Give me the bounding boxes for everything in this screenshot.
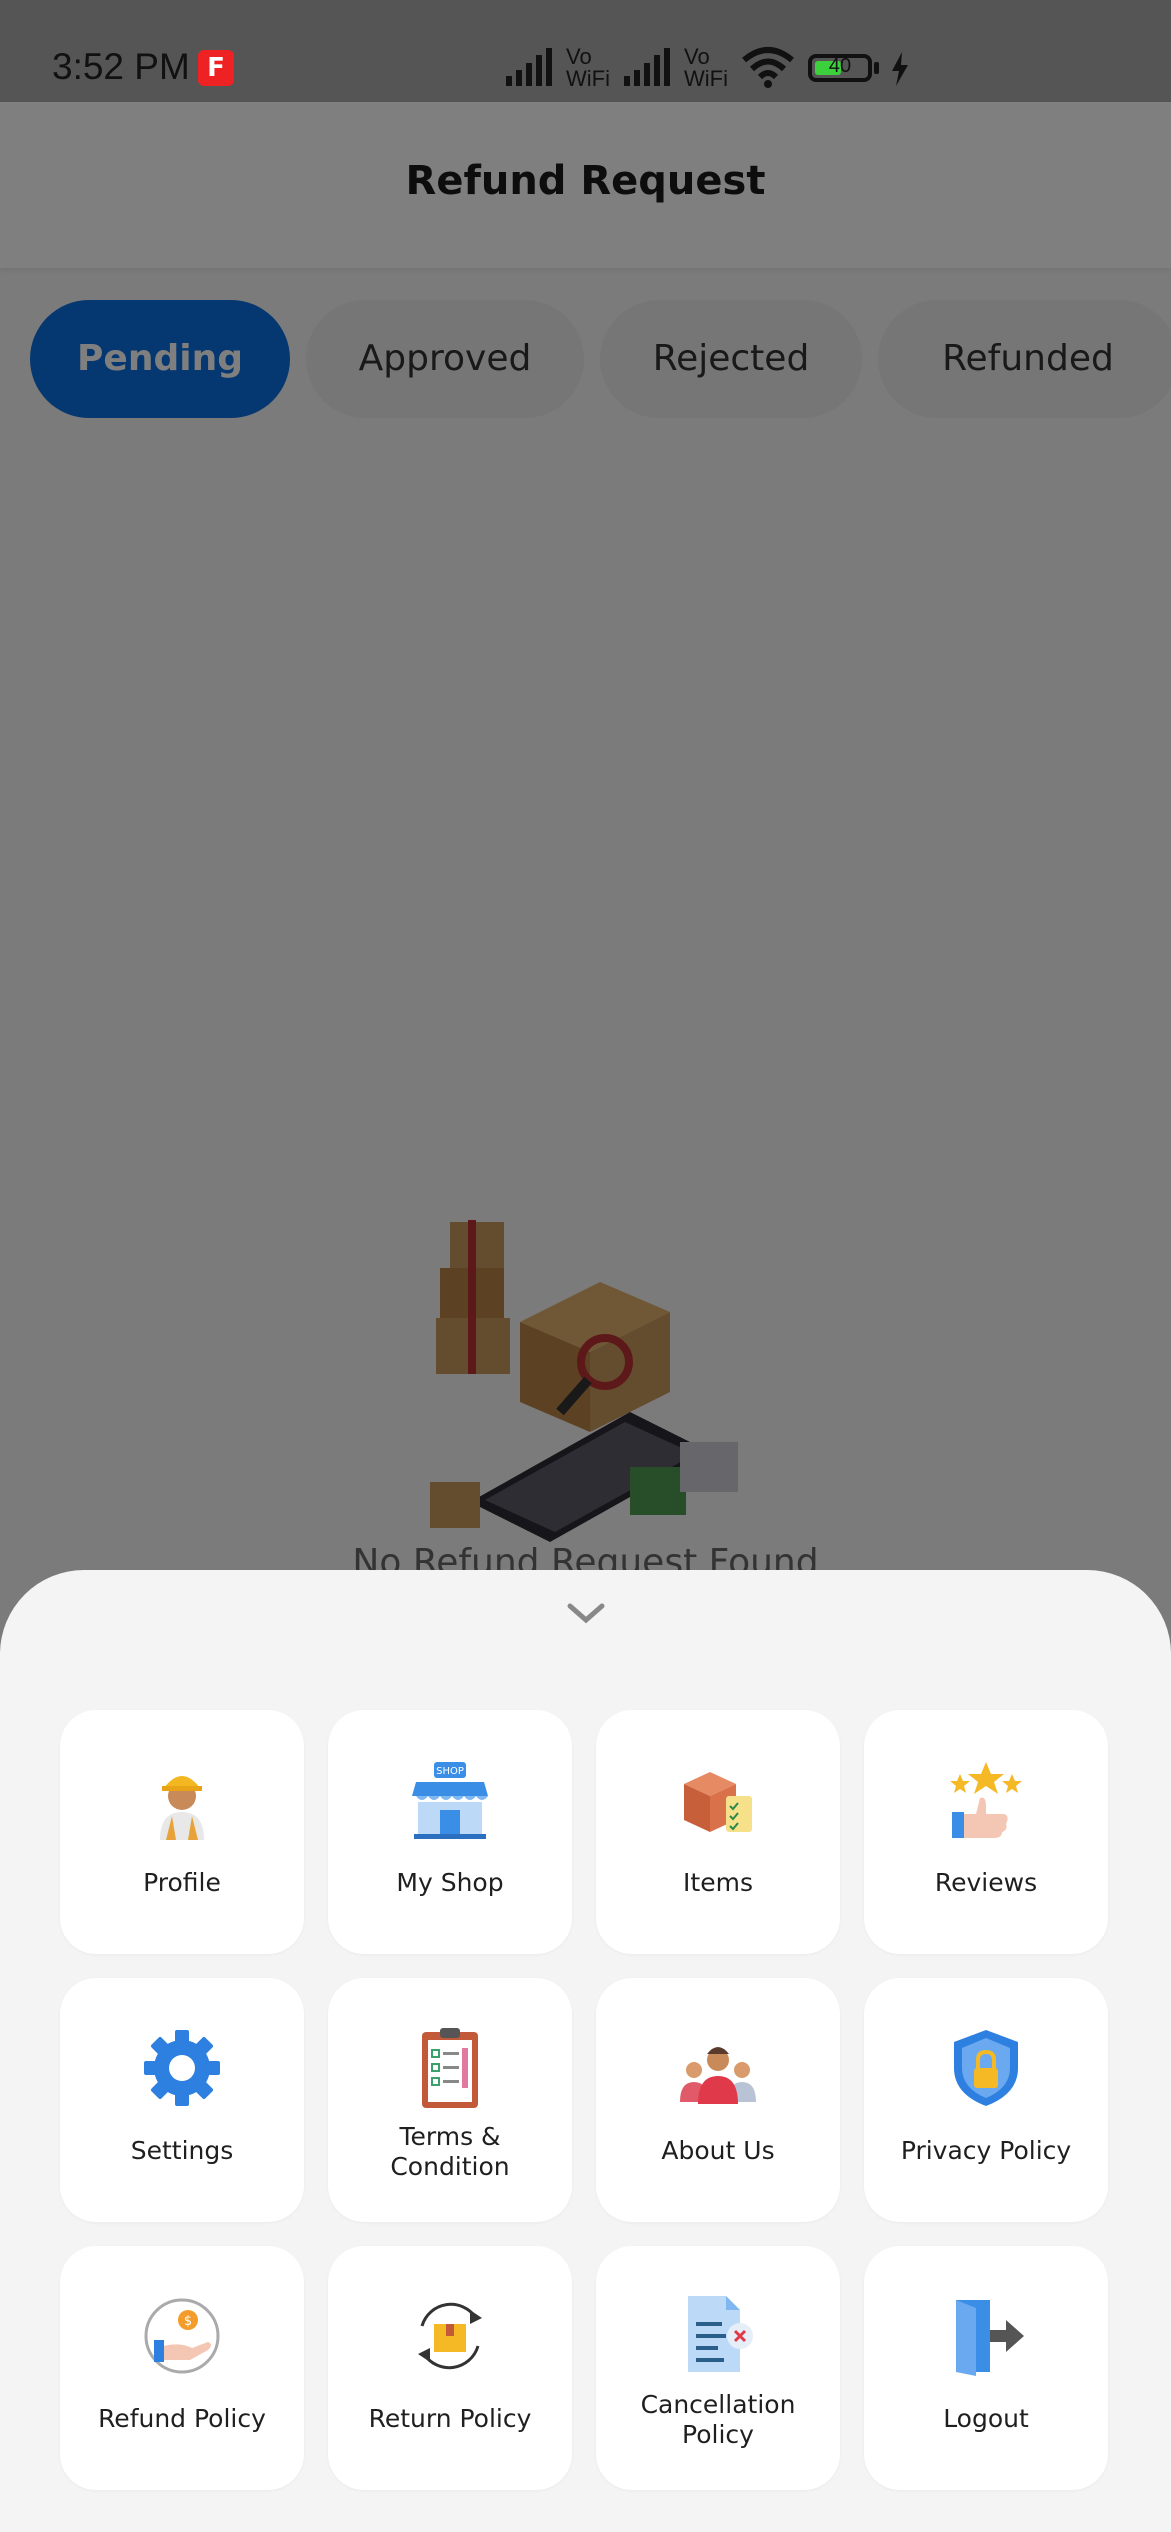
menu-item-label: My Shop (396, 1868, 504, 1897)
svg-text:SHOP: SHOP (436, 1766, 464, 1777)
menu-item-label: Privacy Policy (900, 2136, 1072, 2165)
menu-item-cancellation-policy[interactable]: Cancellation Policy (596, 2246, 840, 2490)
svg-text:$: $ (184, 2314, 192, 2329)
chevron-down-icon[interactable] (566, 1598, 606, 1628)
menu-item-label: Refund Policy (98, 2404, 266, 2433)
vowifi-label-2: Vo WiFi (684, 44, 728, 91)
menu-item-about-us[interactable]: About Us (596, 1978, 840, 2222)
battery-level: 40 (828, 55, 852, 77)
menu-item-reviews[interactable]: Reviews (864, 1710, 1108, 1954)
menu-item-terms[interactable]: Terms & Condition (328, 1978, 572, 2222)
menu-item-profile[interactable]: Profile (60, 1710, 304, 1954)
gear-icon (144, 2030, 220, 2106)
shield-lock-icon (954, 2030, 1018, 2106)
menu-item-privacy-policy[interactable]: Privacy Policy (864, 1978, 1108, 2222)
worker-avatar-icon (160, 1776, 204, 1840)
signal-icon (506, 48, 552, 86)
menu-item-label: Return Policy (368, 2404, 532, 2433)
menu-item-return-policy[interactable]: Return Policy (328, 2246, 572, 2490)
menu-item-label: Cancellation Policy (640, 2390, 796, 2449)
hand-coin-icon: $ (144, 2298, 220, 2374)
menu-item-label: About Us (661, 2136, 775, 2165)
signal-icon (624, 48, 670, 86)
charging-icon (892, 52, 908, 86)
menu-item-label: Reviews (934, 1868, 1038, 1897)
menu-item-label: Logout (943, 2404, 1029, 2433)
menu-item-refund-policy[interactable]: $ Refund Policy (60, 2246, 304, 2490)
menu-item-settings[interactable]: Settings (60, 1978, 304, 2222)
app-notification-icon: F (198, 50, 234, 86)
menu-item-label: Profile (143, 1868, 221, 1897)
box-checklist-icon (684, 1772, 752, 1832)
status-time: 3:52 PM (52, 46, 190, 87)
menu-item-label: Terms & Condition (390, 2122, 510, 2181)
wifi-icon (742, 47, 794, 88)
menu-item-logout[interactable]: Logout (864, 2246, 1108, 2490)
clipboard-icon (422, 2028, 478, 2108)
status-bar: 3:52 PM F Vo WiFi Vo WiFi 40 (0, 0, 1171, 102)
logout-door-icon (956, 2300, 1024, 2376)
menu-item-label: Items (683, 1868, 753, 1897)
battery-tip (874, 62, 879, 74)
menu-bottom-sheet: Profile SHOP My Shop Items Reviews Setti… (0, 1570, 1171, 2532)
shop-icon: SHOP (412, 1762, 488, 1839)
return-box-icon (418, 2302, 482, 2370)
menu-item-my-shop[interactable]: SHOP My Shop (328, 1710, 572, 1954)
battery-icon: 40 (808, 54, 872, 82)
people-icon (680, 2047, 756, 2104)
cancel-document-icon (688, 2296, 753, 2372)
vowifi-label-1: Vo WiFi (566, 44, 610, 91)
menu-item-label: Settings (130, 2136, 234, 2165)
menu-item-items[interactable]: Items (596, 1710, 840, 1954)
stars-thumbs-up-icon (950, 1762, 1022, 1838)
